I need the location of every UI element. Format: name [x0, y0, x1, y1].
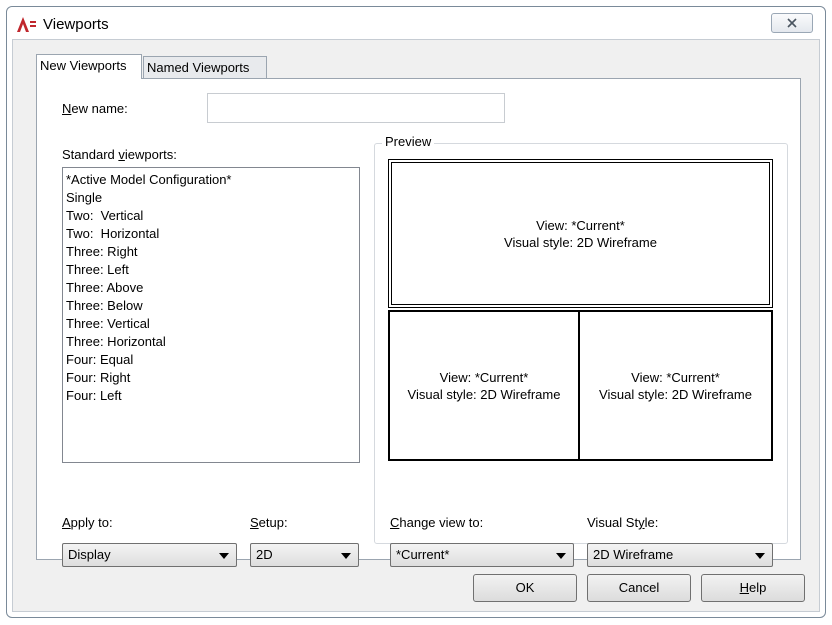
tab-new-viewports[interactable]: New Viewports — [36, 54, 142, 79]
viewports-dialog: Viewports New Viewports Named Viewports … — [6, 6, 826, 618]
visual-style-dropdown[interactable]: 2D Wireframe — [587, 543, 773, 567]
setup-label: Setup: — [250, 515, 288, 530]
visual-style-label: Visual Style: — [587, 515, 659, 530]
list-item[interactable]: Three: Horizontal — [66, 333, 356, 351]
ok-button[interactable]: OK — [473, 574, 577, 602]
list-item[interactable]: Single — [66, 189, 356, 207]
list-item[interactable]: *Active Model Configuration* — [66, 171, 356, 189]
close-icon — [787, 18, 797, 28]
viewport-view-text: View: *Current* — [631, 369, 720, 385]
cancel-button[interactable]: Cancel — [587, 574, 691, 602]
standard-viewports-label: Standard viewports: — [62, 147, 177, 162]
preview-viewport-bottom-right[interactable]: View: *Current* Visual style: 2D Wirefra… — [578, 310, 773, 461]
setup-value: 2D — [256, 547, 273, 562]
dialog-body: New Viewports Named Viewports New name: … — [12, 39, 820, 612]
list-item[interactable]: Three: Vertical — [66, 315, 356, 333]
list-item[interactable]: Four: Left — [66, 387, 356, 405]
chevron-down-icon — [755, 553, 765, 559]
list-item[interactable]: Three: Above — [66, 279, 356, 297]
chevron-down-icon — [341, 553, 351, 559]
title-bar[interactable]: Viewports — [7, 7, 825, 39]
new-name-input[interactable] — [207, 93, 505, 123]
apply-to-dropdown[interactable]: Display — [62, 543, 237, 567]
tab-named-viewports[interactable]: Named Viewports — [143, 56, 267, 78]
viewport-style-text: Visual style: 2D Wireframe — [599, 386, 752, 402]
viewport-style-text: Visual style: 2D Wireframe — [407, 386, 561, 402]
list-item[interactable]: Two: Vertical — [66, 207, 356, 225]
chevron-down-icon — [556, 553, 566, 559]
list-item[interactable]: Three: Left — [66, 261, 356, 279]
list-item[interactable]: Four: Right — [66, 369, 356, 387]
standard-viewports-list[interactable]: *Active Model Configuration* Single Two:… — [62, 167, 360, 463]
window-title: Viewports — [43, 16, 109, 33]
apply-to-value: Display — [68, 547, 111, 562]
change-view-to-dropdown[interactable]: *Current* — [390, 543, 574, 567]
chevron-down-icon — [219, 553, 229, 559]
help-button[interactable]: Help — [701, 574, 805, 602]
close-button[interactable] — [771, 13, 813, 33]
preview-viewport-bottom-left[interactable]: View: *Current* Visual style: 2D Wirefra… — [388, 310, 580, 461]
list-item[interactable]: Four: Equal — [66, 351, 356, 369]
autocad-app-icon — [16, 16, 38, 34]
list-item[interactable]: Three: Below — [66, 297, 356, 315]
new-viewports-panel: New name: Standard viewports: *Active Mo… — [36, 78, 801, 567]
visual-style-value: 2D Wireframe — [593, 547, 674, 562]
list-item[interactable]: Two: Horizontal — [66, 225, 356, 243]
apply-to-label: Apply to: — [62, 515, 113, 530]
preview-legend: Preview — [382, 134, 435, 149]
viewport-view-text: View: *Current* — [439, 369, 529, 385]
setup-dropdown[interactable]: 2D — [250, 543, 359, 567]
viewport-style-text: Visual style: 2D Wireframe — [504, 234, 657, 250]
change-view-to-label: Change view to: — [390, 515, 484, 530]
list-item[interactable]: Three: Right — [66, 243, 356, 261]
preview-viewport-top[interactable]: View: *Current* Visual style: 2D Wirefra… — [388, 159, 773, 308]
new-name-label: New name: — [62, 101, 128, 116]
change-view-to-value: *Current* — [396, 547, 450, 562]
viewport-view-text: View: *Current* — [536, 217, 625, 233]
